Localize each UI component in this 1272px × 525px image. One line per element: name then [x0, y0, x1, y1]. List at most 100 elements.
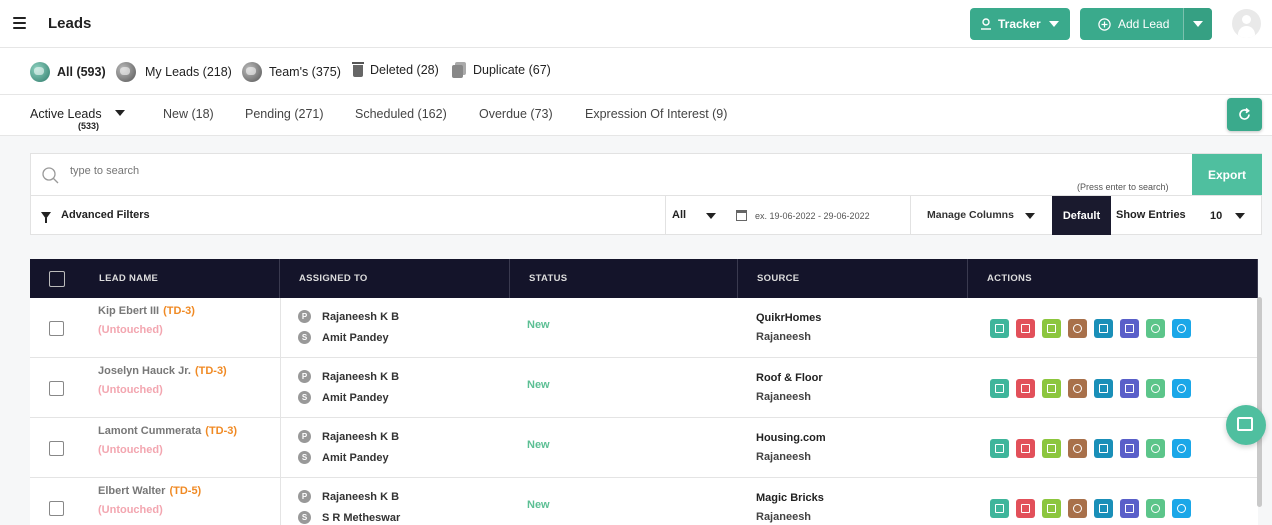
history-icon[interactable] — [1068, 379, 1087, 398]
whatsapp-icon[interactable] — [1146, 439, 1165, 458]
assignee-secondary: S Amit Pandey — [298, 391, 389, 404]
upload-icon[interactable] — [1094, 439, 1113, 458]
assignee-secondary: S Amit Pandey — [298, 451, 389, 464]
tab-active-leads-label: Active Leads — [30, 107, 102, 121]
date-range-input[interactable]: ex. 19-06-2022 - 29-06-2022 — [755, 211, 870, 221]
row-checkbox[interactable] — [49, 441, 64, 456]
column-status[interactable]: Status — [510, 259, 738, 298]
lead-code: (TD-3) — [163, 305, 195, 317]
refresh-icon — [1239, 107, 1250, 120]
lead-state: (Untouched) — [98, 444, 163, 456]
column-lead-name[interactable]: Lead Name — [80, 259, 280, 298]
upload-icon[interactable] — [1094, 499, 1113, 518]
phone-icon[interactable] — [1172, 319, 1191, 338]
tab-pending[interactable]: Pending (271) — [245, 107, 324, 121]
all-select[interactable]: All — [672, 209, 686, 221]
filter-deleted-label: Deleted (28) — [370, 62, 439, 77]
export-button[interactable]: Export — [1192, 154, 1262, 195]
hamburger-menu-icon[interactable] — [13, 17, 26, 29]
filter-teams[interactable]: Team's (375) — [242, 62, 341, 82]
assignee-primary-name: Rajaneesh K B — [322, 490, 400, 503]
row-checkbox[interactable] — [49, 321, 64, 336]
column-assigned-to[interactable]: Assigned To — [280, 259, 510, 298]
delete-icon[interactable] — [1016, 499, 1035, 518]
column-source[interactable]: Source — [738, 259, 968, 298]
default-view-button[interactable]: Default — [1052, 196, 1111, 235]
tab-overdue[interactable]: Overdue (73) — [479, 107, 553, 121]
tab-new[interactable]: New (18) — [163, 107, 214, 121]
search-input[interactable] — [70, 165, 970, 177]
filter-duplicate[interactable]: Duplicate (67) — [452, 62, 551, 78]
source-name: Magic Bricks — [756, 492, 824, 504]
add-lead-button[interactable]: Add Lead — [1080, 8, 1212, 40]
refresh-button[interactable] — [1227, 98, 1262, 131]
trash-icon — [352, 62, 364, 77]
chat-fab-icon[interactable] — [1226, 405, 1266, 445]
assignee-secondary-name: Amit Pandey — [322, 331, 389, 344]
tracker-button[interactable]: Tracker — [970, 8, 1070, 40]
globe-icon — [242, 62, 262, 82]
assignee-primary: P Rajaneesh K B — [298, 490, 399, 503]
advanced-filters-label: Advanced Filters — [61, 209, 150, 221]
primary-badge: P — [298, 430, 311, 443]
notes-icon[interactable] — [1042, 499, 1061, 518]
primary-badge: P — [298, 490, 311, 503]
email-icon[interactable] — [1120, 499, 1139, 518]
tab-active-leads-count: (533) — [78, 121, 100, 131]
history-icon[interactable] — [1068, 499, 1087, 518]
edit-icon[interactable] — [990, 379, 1009, 398]
email-icon[interactable] — [1120, 319, 1139, 338]
filter-deleted[interactable]: Deleted (28) — [352, 62, 439, 77]
source-name: QuikrHomes — [756, 312, 822, 324]
user-avatar-icon[interactable] — [1232, 9, 1261, 38]
globe-icon — [30, 62, 50, 82]
advanced-filters-button[interactable]: Advanced Filters — [41, 209, 150, 223]
edit-icon[interactable] — [990, 439, 1009, 458]
status-badge: New — [527, 499, 550, 511]
edit-icon[interactable] — [990, 319, 1009, 338]
history-icon[interactable] — [1068, 319, 1087, 338]
table-row: Elbert Walter (TD-5) (Untouched) P Rajaneesh… — [30, 478, 1258, 525]
duplicate-icon — [452, 62, 466, 78]
notes-icon[interactable] — [1042, 379, 1061, 398]
select-all-checkbox[interactable] — [49, 271, 65, 287]
upload-icon[interactable] — [1094, 319, 1113, 338]
phone-icon[interactable] — [1172, 499, 1191, 518]
whatsapp-icon[interactable] — [1146, 499, 1165, 518]
lead-name[interactable]: Kip Ebert III (TD-3) — [98, 305, 195, 317]
assignee-secondary: S S R Metheswar — [298, 511, 400, 524]
email-icon[interactable] — [1120, 379, 1139, 398]
filter-all[interactable]: All (593) — [30, 62, 106, 82]
row-checkbox[interactable] — [49, 501, 64, 516]
edit-icon[interactable] — [990, 499, 1009, 518]
whatsapp-icon[interactable] — [1146, 319, 1165, 338]
entries-select[interactable]: 10 — [1210, 210, 1222, 222]
notes-icon[interactable] — [1042, 319, 1061, 338]
manage-columns-dropdown[interactable]: Manage Columns — [910, 196, 1053, 235]
notes-icon[interactable] — [1042, 439, 1061, 458]
tracker-label: Tracker — [998, 17, 1041, 31]
phone-icon[interactable] — [1172, 439, 1191, 458]
tab-scheduled[interactable]: Scheduled (162) — [355, 107, 447, 121]
filter-my-leads[interactable]: My Leads (218) — [116, 62, 232, 82]
delete-icon[interactable] — [1016, 379, 1035, 398]
lead-name[interactable]: Lamont Cummerata (TD-3) — [98, 425, 237, 437]
filter-my-leads-label: My Leads (218) — [145, 65, 232, 79]
row-actions — [990, 439, 1198, 458]
history-icon[interactable] — [1068, 439, 1087, 458]
tab-expression-of-interest[interactable]: Expression Of Interest (9) — [585, 107, 727, 121]
email-icon[interactable] — [1120, 439, 1139, 458]
whatsapp-icon[interactable] — [1146, 379, 1165, 398]
lead-name[interactable]: Elbert Walter (TD-5) — [98, 485, 201, 497]
scrollbar[interactable] — [1257, 297, 1262, 507]
phone-icon[interactable] — [1172, 379, 1191, 398]
row-checkbox[interactable] — [49, 381, 64, 396]
delete-icon[interactable] — [1016, 439, 1035, 458]
add-lead-dropdown-toggle[interactable] — [1183, 8, 1212, 40]
column-divider — [280, 478, 281, 525]
secondary-badge: S — [298, 451, 311, 464]
delete-icon[interactable] — [1016, 319, 1035, 338]
tab-active-leads[interactable]: Active Leads (533) — [30, 107, 125, 131]
upload-icon[interactable] — [1094, 379, 1113, 398]
lead-name[interactable]: Joselyn Hauck Jr. (TD-3) — [98, 365, 227, 377]
